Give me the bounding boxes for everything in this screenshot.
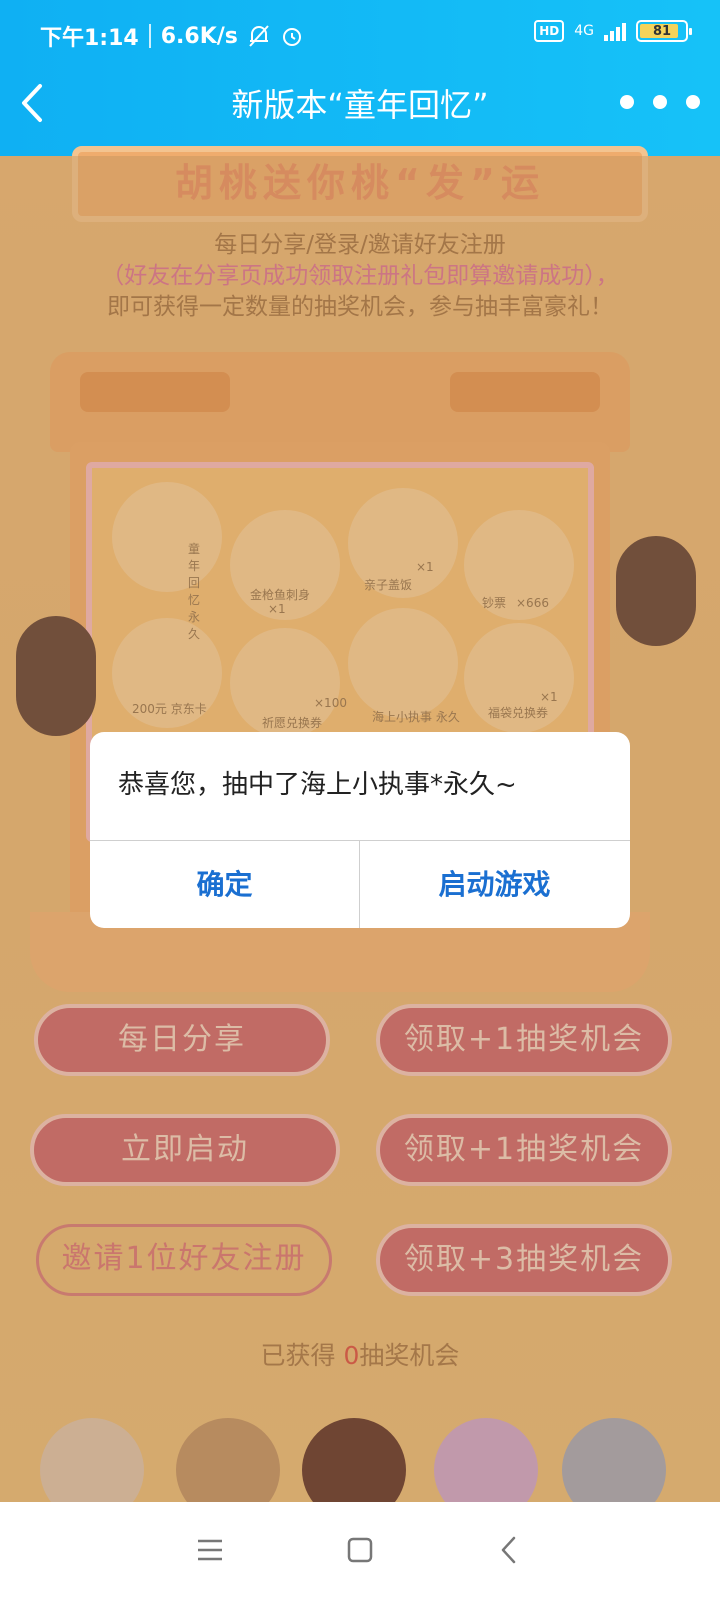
confirm-button[interactable]: 确定: [90, 841, 359, 928]
battery-icon: 81: [636, 20, 692, 42]
system-nav-bar: [0, 1502, 720, 1600]
status-time: 下午1:14: [40, 26, 139, 51]
more-dot-icon: [686, 95, 700, 109]
more-options-button[interactable]: [620, 86, 700, 118]
alarm-clock-icon: [282, 28, 301, 46]
app-header: 下午1:14 6.6K/s HD 4G 81 新版本“童年回忆”: [0, 0, 720, 156]
back-nav-icon[interactable]: [490, 1530, 530, 1570]
more-dot-icon: [620, 95, 634, 109]
home-icon[interactable]: [340, 1530, 380, 1570]
status-separator: [148, 24, 151, 48]
status-right: HD 4G 81: [534, 20, 692, 42]
status-left: 下午1:14 6.6K/s: [40, 20, 304, 52]
hd-badge: HD: [534, 20, 565, 42]
signal-icon: [604, 21, 626, 41]
network-type: 4G: [574, 23, 594, 39]
more-dot-icon: [653, 95, 667, 109]
battery-level: 81: [652, 23, 672, 39]
status-bar: 下午1:14 6.6K/s HD 4G 81: [0, 0, 720, 68]
prize-dialog: 恭喜您，抽中了海上小执事*永久~ 确定 启动游戏: [90, 732, 630, 928]
menu-icon[interactable]: [190, 1530, 230, 1570]
mute-bell-icon: [249, 25, 269, 47]
dialog-message: 恭喜您，抽中了海上小执事*永久~: [118, 770, 517, 800]
launch-game-button[interactable]: 启动游戏: [360, 841, 629, 928]
page-title: 新版本“童年回忆”: [231, 86, 489, 124]
network-speed: 6.6K/s: [160, 23, 238, 49]
